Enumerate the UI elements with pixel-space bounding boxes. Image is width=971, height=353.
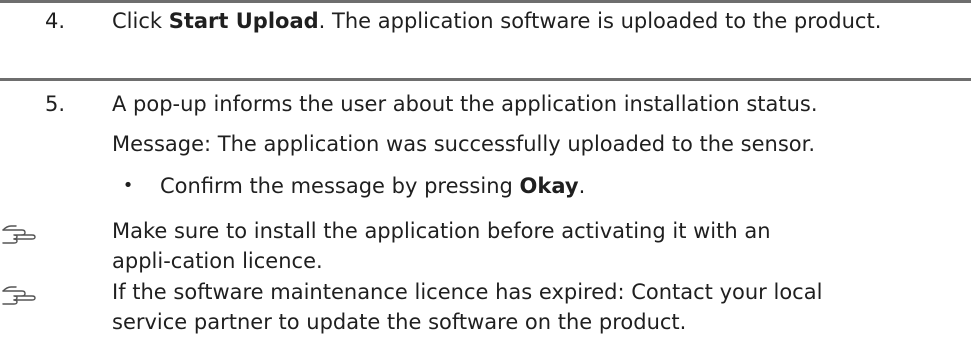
note-text: If the software maintenance licence has … (112, 280, 823, 334)
pointing-hand-icon (2, 223, 38, 249)
step-text: Click Start Upload. The application soft… (112, 6, 962, 36)
step-divider (0, 0, 971, 3)
step-text-before: Click (112, 9, 169, 33)
pointing-hand-icon (2, 284, 38, 310)
bullet-text: Confirm the message by pressing Okay. (160, 171, 960, 201)
bullet-text-before: Confirm the message by pressing (160, 174, 520, 198)
step-text: A pop-up informs the user about the appl… (112, 92, 818, 116)
step-divider (0, 78, 971, 81)
bullet-marker: • (122, 175, 134, 196)
bullet-bold-term: Okay (519, 174, 579, 198)
note-text: Make sure to install the application bef… (112, 219, 771, 273)
step-number: 5. (44, 92, 66, 116)
bullet-text-after: . (578, 174, 586, 198)
step-text-after: . The application software is uploaded t… (318, 9, 882, 33)
step-number: 4. (44, 9, 66, 33)
step-bold-term: Start Upload (168, 9, 319, 33)
step-message: Message: The application was successfull… (112, 132, 815, 156)
